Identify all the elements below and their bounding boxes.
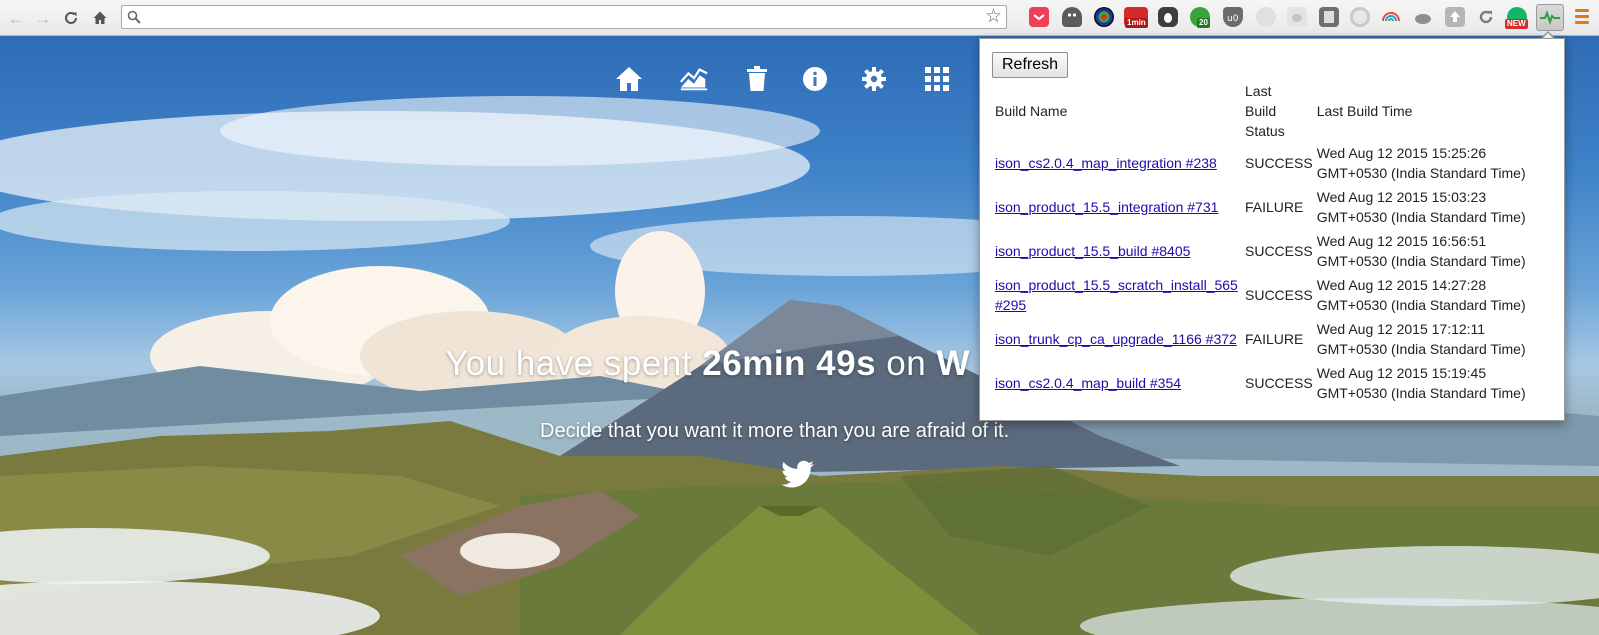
reload-icon[interactable] (61, 8, 81, 28)
table-row: ison_product_15.5_integration #731 FAILU… (993, 185, 1559, 229)
time-spent-headline: You have spent 26min 49s on W (445, 344, 1005, 384)
build-link[interactable]: ison_product_15.5_build #8405 (995, 243, 1190, 259)
build-name-cell: ison_cs2.0.4_map_integration #238 (993, 141, 1243, 185)
counter-icon[interactable]: 20 (1190, 7, 1210, 28)
build-time-cell: Wed Aug 12 2015 15:19:45 GMT+0530 (India… (1316, 365, 1526, 401)
build-status-cell: FAILURE (1245, 331, 1304, 347)
chrome-menu-icon[interactable] (1575, 9, 1589, 25)
browser-toolbar: ← → ☆ 1min 20 u0 NEW (0, 0, 1599, 36)
notes-icon[interactable] (1319, 7, 1339, 27)
address-input[interactable] (144, 8, 978, 28)
build-time-cell: Wed Aug 12 2015 16:56:51 GMT+0530 (India… (1316, 233, 1526, 269)
build-time-cell: Wed Aug 12 2015 17:12:11 GMT+0530 (India… (1316, 321, 1526, 357)
build-link[interactable]: ison_product_15.5_scratch_install_565 #2… (995, 277, 1238, 313)
colorpick-icon[interactable] (1094, 7, 1114, 27)
upload-icon[interactable] (1445, 7, 1465, 27)
build-link[interactable]: ison_product_15.5_integration #731 (995, 199, 1218, 215)
trash-icon[interactable] (742, 64, 772, 94)
build-link[interactable]: ison_cs2.0.4_map_build #354 (995, 375, 1181, 391)
evernote-icon[interactable] (1158, 7, 1178, 27)
build-time-cell: Wed Aug 12 2015 14:27:28 GMT+0530 (India… (1316, 277, 1526, 313)
ublock-icon[interactable]: u0 (1223, 7, 1243, 27)
gear-icon[interactable] (859, 64, 889, 94)
build-status-cell: FAILURE (1245, 199, 1304, 215)
home-icon[interactable] (614, 64, 644, 94)
table-row: ison_trunk_cp_ca_upgrade_1166 #372 FAILU… (993, 317, 1559, 361)
build-status-cell: SUCCESS (1245, 243, 1313, 259)
home-icon[interactable] (90, 8, 110, 28)
table-row: ison_cs2.0.4_map_build #354 SUCCESS Wed … (993, 361, 1559, 405)
ghostery-icon[interactable] (1062, 7, 1082, 27)
table-row: ison_product_15.5_scratch_install_565 #2… (993, 273, 1559, 317)
circle-icon[interactable] (1350, 7, 1370, 27)
twitter-icon[interactable] (781, 460, 815, 490)
build-time-cell: Wed Aug 12 2015 15:03:23 GMT+0530 (India… (1316, 189, 1526, 225)
refresh-button[interactable]: Refresh (992, 52, 1069, 78)
build-link[interactable]: ison_cs2.0.4_map_integration #238 (995, 155, 1217, 171)
cloud-icon[interactable] (1413, 7, 1433, 27)
forward-arrow-icon[interactable]: → (33, 8, 53, 28)
table-row: ison_product_15.5_build #8405 SUCCESS We… (993, 229, 1559, 273)
bulb-icon[interactable] (1256, 7, 1276, 27)
chart-icon[interactable] (679, 64, 709, 94)
search-icon (127, 10, 141, 24)
headline-site: W (936, 344, 970, 384)
build-time-cell: Wed Aug 12 2015 15:25:26 GMT+0530 (India… (1316, 145, 1526, 181)
build-name-cell: ison_product_15.5_build #8405 (993, 229, 1243, 273)
pulse-icon (1540, 10, 1560, 26)
build-name-cell: ison_product_15.5_integration #731 (993, 185, 1243, 229)
builds-table: Build Name Last Build Status Last Build … (993, 81, 1559, 405)
back-arrow-icon[interactable]: ← (6, 8, 26, 28)
build-status-cell: SUCCESS (1245, 287, 1313, 303)
header-build-status: Last Build Status (1243, 81, 1315, 141)
address-bar[interactable]: ☆ (121, 5, 1007, 29)
build-name-cell: ison_trunk_cp_ca_upgrade_1166 #372 (993, 317, 1243, 361)
build-link[interactable]: ison_trunk_cp_ca_upgrade_1166 #372 (995, 331, 1237, 347)
header-build-status-text: Last Build Status (1245, 83, 1285, 139)
header-build-name: Build Name (995, 103, 1068, 119)
motivational-quote: Decide that you want it more than you ar… (540, 420, 1010, 442)
table-header-row: Build Name Last Build Status Last Build … (993, 81, 1559, 141)
rainbow-icon[interactable] (1381, 7, 1401, 27)
bookmark-star-icon[interactable]: ☆ (985, 7, 1002, 27)
info-icon[interactable] (800, 64, 830, 94)
apps-grid-icon[interactable] (922, 64, 952, 94)
headline-prefix: You have spent (445, 344, 703, 383)
headline-mid: on (876, 344, 937, 383)
table-row: ison_cs2.0.4_map_integration #238 SUCCES… (993, 141, 1559, 185)
build-status-cell: SUCCESS (1245, 155, 1313, 171)
build-monitor-button[interactable] (1536, 4, 1564, 31)
svg-text:u0: u0 (1227, 14, 1239, 24)
headline-time: 26min 49s (702, 344, 877, 384)
bug-icon[interactable] (1287, 7, 1307, 27)
grammarly-icon[interactable]: NEW (1505, 7, 1528, 29)
sync-icon[interactable] (1476, 7, 1496, 27)
header-build-time: Last Build Time (1316, 103, 1413, 119)
pocket-icon[interactable] (1029, 7, 1049, 27)
build-monitor-popup: Refresh Build Name Last Build Status Las… (979, 38, 1565, 421)
build-name-cell: ison_cs2.0.4_map_build #354 (993, 361, 1243, 405)
build-name-cell: ison_product_15.5_scratch_install_565 #2… (993, 273, 1243, 317)
build-status-cell: SUCCESS (1245, 375, 1313, 391)
1min-icon[interactable]: 1min (1124, 7, 1148, 28)
